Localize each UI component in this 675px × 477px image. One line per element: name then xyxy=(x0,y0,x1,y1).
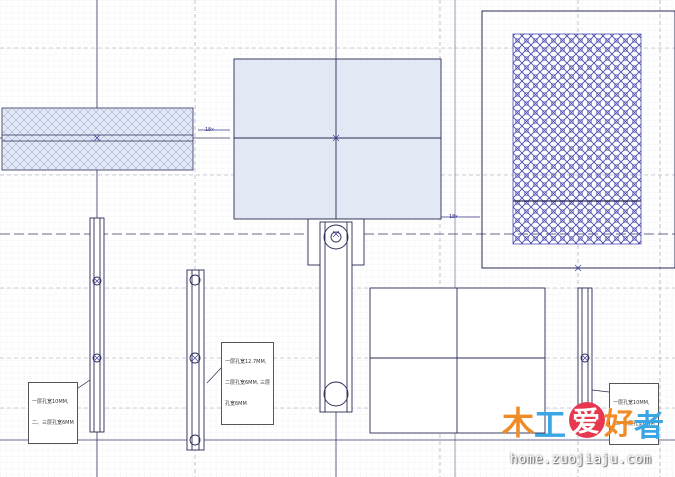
dimension-label-1: 18× xyxy=(205,127,215,133)
note-1-line-2: 二、三层孔宽6MM xyxy=(32,420,74,426)
center-board[interactable] xyxy=(233,58,442,220)
watermark-char-4: 好 xyxy=(603,407,634,442)
annotation-note-2[interactable]: 一层孔宽12.7MM, 二层孔宽6MM, 三层 孔宽6MM xyxy=(221,342,274,425)
cad-canvas[interactable]: 18× 18× 一层孔宽10MM, 二、三层孔宽6MM 一层孔宽12.7MM, … xyxy=(0,0,675,477)
watermark-logo: 木 工 爱 好 者 xyxy=(501,402,664,444)
watermark-char-3: 爱 xyxy=(572,405,600,438)
vertical-slat-2[interactable] xyxy=(186,269,205,451)
annotation-note-1[interactable]: 一层孔宽10MM, 二、三层孔宽6MM xyxy=(28,382,78,444)
dimension-label-2: 18× xyxy=(449,214,459,220)
watermark-char-2: 工 xyxy=(534,406,566,444)
watermark-char-1: 木 xyxy=(501,404,534,442)
note-1-line-1: 一层孔宽10MM, xyxy=(32,399,69,405)
note-2-line-2: 二层孔宽6MM, 三层 xyxy=(225,380,270,386)
left-slat-panel[interactable] xyxy=(1,107,194,171)
note-2-line-3: 孔宽6MM xyxy=(225,401,247,407)
vertical-slat-1[interactable] xyxy=(89,217,105,433)
note-2-line-1: 一层孔宽12.7MM, xyxy=(225,359,267,365)
watermark-char-5: 者 xyxy=(634,409,664,444)
watermark-url: home.zuojiaju.com xyxy=(510,452,652,467)
